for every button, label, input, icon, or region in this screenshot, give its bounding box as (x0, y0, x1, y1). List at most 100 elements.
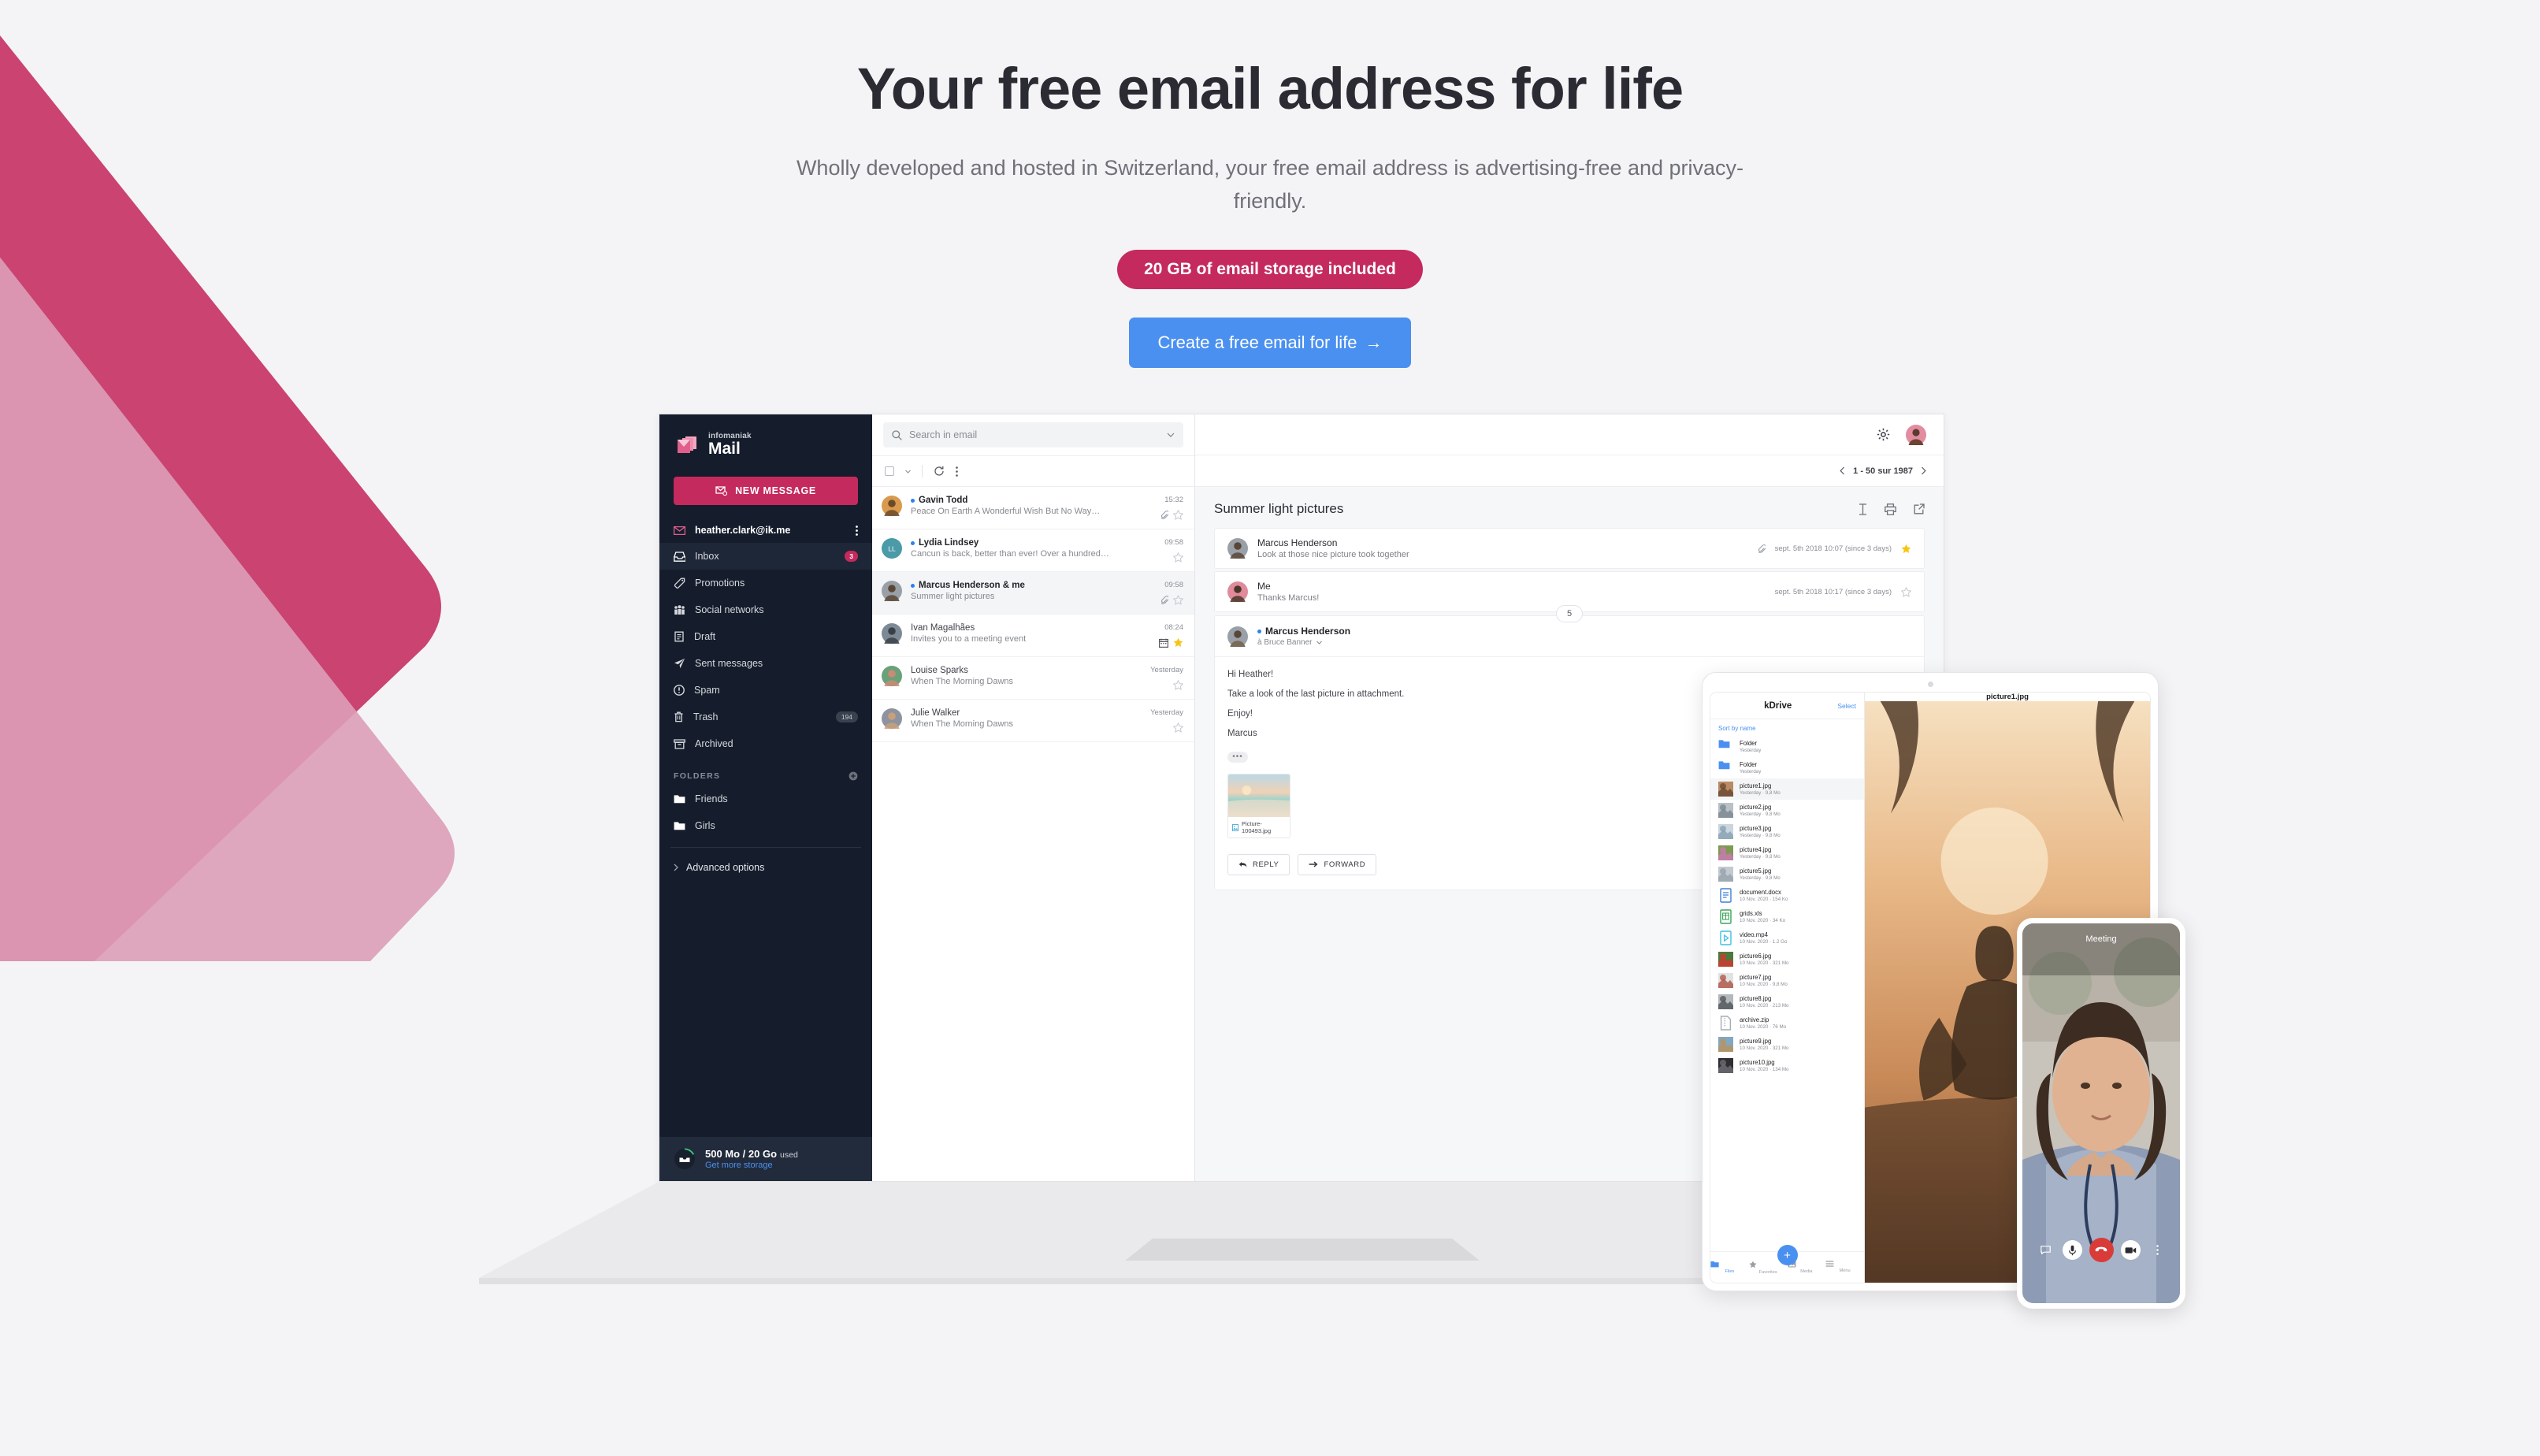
chevron-down-icon[interactable] (1167, 433, 1175, 437)
message-preview: Invites you to a meeting event (911, 634, 1027, 644)
star-outline-icon[interactable] (1173, 680, 1183, 690)
kdrive-file-row[interactable]: picture3.jpg Yesterday · 9,8 Mo (1710, 821, 1864, 842)
message-list-item[interactable]: Ivan Magalhães Invites you to a meeting e… (872, 615, 1194, 657)
video-call-screen: Meeting (2022, 923, 2180, 1303)
user-avatar[interactable] (1906, 424, 1926, 445)
advanced-options-toggle[interactable]: Advanced options (659, 856, 872, 879)
kdrive-file-row[interactable]: Folder Yesterday (1710, 757, 1864, 778)
kdrive-file-row[interactable]: picture6.jpg 10 Nov. 2020 · 321 Mo (1710, 949, 1864, 970)
message-sender: Lydia Lindsey (919, 538, 979, 548)
chat-icon[interactable] (2036, 1240, 2055, 1260)
search-placeholder: Search in email (909, 429, 978, 440)
reply-icon (1238, 861, 1247, 868)
message-preview: When The Morning Dawns (911, 677, 1014, 686)
message-list-item[interactable]: Louise Sparks When The Morning Dawns Yeste… (872, 657, 1194, 700)
kdrive-file-row[interactable]: video.mp4 10 Nov. 2020 · 1.2 Go (1710, 927, 1864, 949)
kdrive-add-button[interactable]: + (1777, 1245, 1798, 1265)
video-camera-icon[interactable] (2120, 1240, 2141, 1260)
folder-item-friends[interactable]: Friends (659, 786, 872, 812)
star-outline-icon[interactable] (1901, 586, 1911, 597)
kdrive-file-row[interactable]: archive.zip 10 Nov. 2020 · 76 Mo (1710, 1012, 1864, 1034)
message-list-item[interactable]: Julie Walker When The Morning Dawns Yester… (872, 700, 1194, 742)
message-subject: Summer light pictures (1214, 501, 1344, 516)
get-more-storage-link[interactable]: Get more storage (705, 1161, 798, 1170)
thread-message-card[interactable]: Marcus Henderson Look at those nice pictu… (1214, 528, 1925, 569)
hangup-icon[interactable] (2089, 1238, 2114, 1262)
star-filled-icon[interactable] (1173, 637, 1183, 648)
collapsed-messages-toggle[interactable]: 5 (1556, 605, 1583, 622)
search-icon (892, 429, 902, 440)
kdrive-file-row[interactable]: picture1.jpg Yesterday · 9,8 Mo (1710, 778, 1864, 800)
open-external-icon[interactable] (1914, 503, 1925, 514)
message-list-item[interactable]: Gavin Todd Peace On Earth A Wonderful Wis… (872, 487, 1194, 529)
message-preview: When The Morning Dawns (911, 719, 1014, 729)
print-icon[interactable] (1885, 503, 1896, 515)
advanced-options-label: Advanced options (686, 862, 765, 874)
refresh-icon[interactable] (934, 466, 945, 477)
star-outline-icon[interactable] (1173, 552, 1183, 563)
gear-icon[interactable] (1877, 428, 1890, 441)
kdrive-file-row[interactable]: document.docx 10 Nov. 2020 · 154 Ko (1710, 885, 1864, 906)
kdrive-file-row[interactable]: picture9.jpg 10 Nov. 2020 · 321 Mo (1710, 1034, 1864, 1055)
star-outline-icon[interactable] (1173, 510, 1183, 520)
kdrive-file-row[interactable]: picture10.jpg 10 Nov. 2020 · 134 Mo (1710, 1055, 1864, 1076)
kdrive-sort-button[interactable]: Sort by name (1710, 719, 1864, 736)
star-outline-icon[interactable] (1173, 595, 1183, 605)
sidebar-item-inbox[interactable]: Inbox 3 (659, 543, 872, 570)
plus-circle-icon[interactable] (849, 771, 858, 781)
archive-icon (674, 738, 685, 749)
message-list-item[interactable]: Marcus Henderson & me Summer light pictur… (872, 572, 1194, 615)
microphone-icon[interactable] (2062, 1240, 2082, 1260)
sidebar-item-spam[interactable]: Spam (659, 677, 872, 704)
more-vertical-icon[interactable] (956, 466, 958, 477)
kdrive-file-row[interactable]: grids.xls 10 Nov. 2020 · 34 Ko (1710, 906, 1864, 927)
kdrive-file-row[interactable]: Folder Yesterday (1710, 736, 1864, 757)
open-message-recipient-row[interactable]: à Bruce Banner (1257, 638, 1350, 647)
account-row[interactable]: heather.clark@ik.me (659, 518, 872, 543)
kdrive-select-button[interactable]: Select (1837, 702, 1856, 710)
chevron-down-icon[interactable] (905, 470, 911, 474)
sidebar-item-social-networks[interactable]: Social networks (659, 596, 872, 623)
chevron-left-icon[interactable] (1840, 466, 1845, 475)
create-free-email-button[interactable]: Create a free email for life → (1129, 318, 1411, 369)
kdrive-file-row[interactable]: picture4.jpg Yesterday · 9,8 Mo (1710, 842, 1864, 864)
sidebar-nav: Inbox 3 Promotions Social networks Draft Sent… (659, 543, 872, 757)
file-thumbnail (1718, 952, 1733, 967)
kdrive-file-row[interactable]: picture5.jpg Yesterday · 9,8 Mo (1710, 864, 1864, 885)
more-vertical-icon[interactable] (2148, 1240, 2167, 1260)
kdrive-tab-files[interactable]: Files (1710, 1261, 1749, 1275)
file-thumbnail (1718, 803, 1733, 818)
kdrive-file-row[interactable]: picture2.jpg Yesterday · 9,8 Mo (1710, 800, 1864, 821)
message-list-item[interactable]: LL Lydia Lindsey Cancun is back, better th… (872, 529, 1194, 572)
star-outline-icon[interactable] (1173, 722, 1183, 733)
kdrive-file-row[interactable]: picture7.jpg 10 Nov. 2020 · 9,8 Mo (1710, 970, 1864, 991)
kdrive-tab-menu[interactable]: Menu (1825, 1261, 1864, 1274)
kdrive-file-name: picture4.jpg (1740, 846, 1772, 853)
select-all-checkbox[interactable] (885, 466, 894, 476)
kdrive-file-meta: Yesterday · 9,8 Mo (1740, 875, 1781, 881)
kdrive-file-row[interactable]: picture8.jpg 10 Nov. 2020 · 213 Mo (1710, 991, 1864, 1012)
attachment-card[interactable]: Picture-100493.jpg (1227, 774, 1290, 838)
chevron-right-icon[interactable] (1921, 466, 1926, 475)
text-size-icon[interactable] (1859, 503, 1867, 515)
forward-button[interactable]: FORWARD (1298, 854, 1377, 875)
sidebar-item-trash[interactable]: Trash 194 (659, 704, 872, 730)
new-message-button[interactable]: NEW MESSAGE (674, 477, 858, 506)
forward-icon (1309, 861, 1318, 868)
star-filled-icon[interactable] (1901, 544, 1911, 554)
sidebar-item-draft[interactable]: Draft (659, 623, 872, 650)
paperclip-icon (1161, 595, 1168, 605)
call-controls (2022, 1238, 2180, 1262)
sidebar-item-archived[interactable]: Archived (659, 730, 872, 757)
signature-toggle[interactable]: ••• (1227, 751, 1248, 763)
folder-item-girls[interactable]: Girls (659, 812, 872, 839)
sidebar-item-promotions[interactable]: Promotions (659, 570, 872, 596)
inbox-storage-icon (674, 1148, 696, 1170)
kdrive-header: kDrive Select (1710, 693, 1864, 719)
inbox-icon (674, 551, 685, 562)
search-input[interactable]: Search in email (883, 422, 1183, 448)
sidebar-item-label: Trash (693, 711, 719, 723)
sidebar-item-sent-messages[interactable]: Sent messages (659, 650, 872, 677)
more-vertical-icon[interactable] (856, 525, 858, 536)
reply-button[interactable]: REPLY (1227, 854, 1290, 875)
